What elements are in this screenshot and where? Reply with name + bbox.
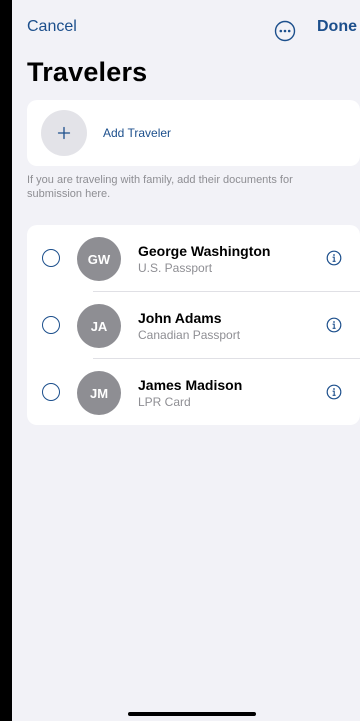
add-traveler-label[interactable]: Add Traveler <box>103 126 171 140</box>
navigation-bar: Cancel Done <box>12 0 360 56</box>
home-indicator[interactable] <box>128 712 256 716</box>
avatar: JA <box>77 304 121 348</box>
travelers-screen: Cancel Done Travelers Add Traveler If yo… <box>12 0 360 721</box>
traveler-name: George Washington <box>138 243 271 259</box>
select-radio[interactable] <box>42 383 60 401</box>
avatar: GW <box>77 237 121 281</box>
cancel-button[interactable]: Cancel <box>27 18 77 36</box>
done-button[interactable]: Done <box>317 18 357 36</box>
info-icon[interactable] <box>326 317 342 333</box>
traveler-name: James Madison <box>138 377 243 393</box>
traveler-row-george-washington[interactable]: GW George Washington U.S. Passport <box>27 225 360 291</box>
avatar: JM <box>77 371 121 415</box>
travelers-list: GW George Washington U.S. Passport JA Jo… <box>27 225 360 425</box>
family-hint-text: If you are traveling with family, add th… <box>27 174 293 200</box>
info-icon[interactable] <box>326 384 342 400</box>
traveler-document: U.S. Passport <box>138 261 213 275</box>
traveler-name: John Adams <box>138 310 222 326</box>
traveler-document: Canadian Passport <box>138 328 241 342</box>
add-traveler-button[interactable]: Add Traveler <box>27 100 360 166</box>
add-traveler-circle[interactable] <box>41 110 87 156</box>
select-radio[interactable] <box>42 249 60 267</box>
select-radio[interactable] <box>42 316 60 334</box>
more-options-icon[interactable] <box>274 20 296 42</box>
info-icon[interactable] <box>326 250 342 266</box>
plus-icon <box>57 126 71 140</box>
traveler-document: LPR Card <box>138 395 191 409</box>
page-title: Travelers <box>27 57 148 87</box>
traveler-row-james-madison[interactable]: JM James Madison LPR Card <box>27 359 360 425</box>
traveler-row-john-adams[interactable]: JA John Adams Canadian Passport <box>27 292 360 358</box>
